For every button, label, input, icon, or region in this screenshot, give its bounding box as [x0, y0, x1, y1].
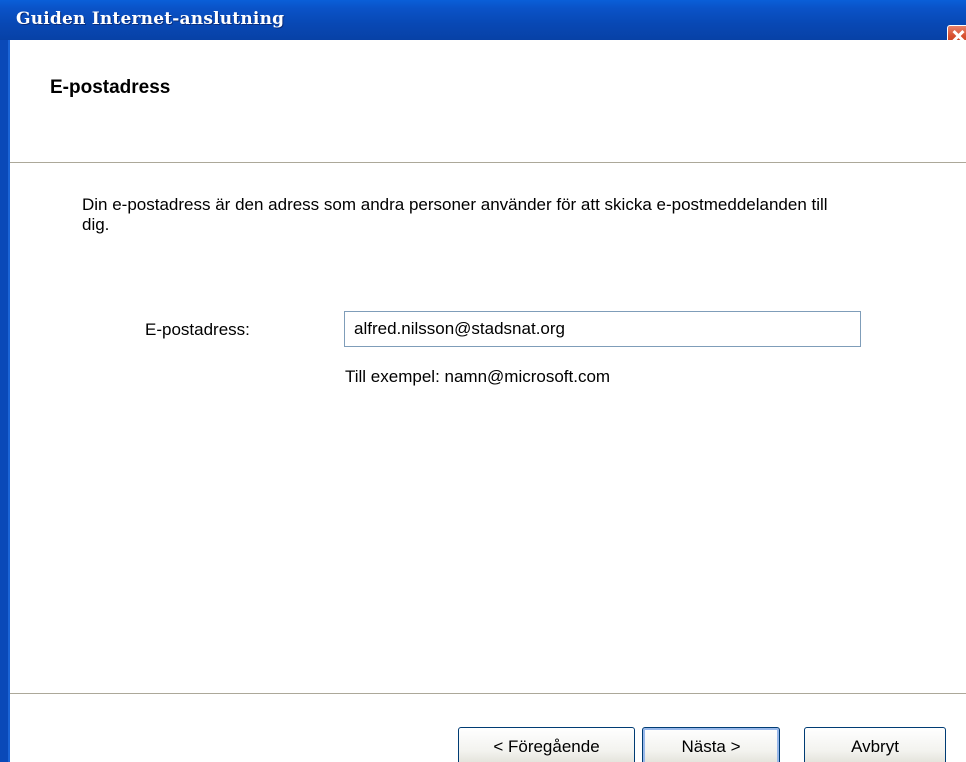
wizard-header: E-postadress — [10, 40, 966, 162]
description-text: Din e-postadress är den adress som andra… — [82, 195, 828, 234]
page-title: E-postadress — [50, 77, 171, 98]
email-input[interactable] — [344, 311, 861, 347]
email-label: E-postadress: — [145, 320, 250, 339]
email-example-hint: Till exempel: namn@microsoft.com — [345, 367, 611, 386]
cancel-button[interactable]: Avbryt — [804, 727, 946, 762]
footer-divider-highlight — [10, 694, 966, 695]
back-button[interactable]: < Föregående — [458, 727, 635, 762]
next-button[interactable]: Nästa > — [642, 727, 780, 762]
wizard-body — [10, 164, 966, 692]
wizard-window: Guiden Internet-anslutning E-postadress … — [0, 0, 966, 762]
title-bar[interactable]: Guiden Internet-anslutning — [0, 0, 966, 47]
window-frame-left — [0, 40, 8, 762]
window-title: Guiden Internet-anslutning — [16, 9, 285, 29]
